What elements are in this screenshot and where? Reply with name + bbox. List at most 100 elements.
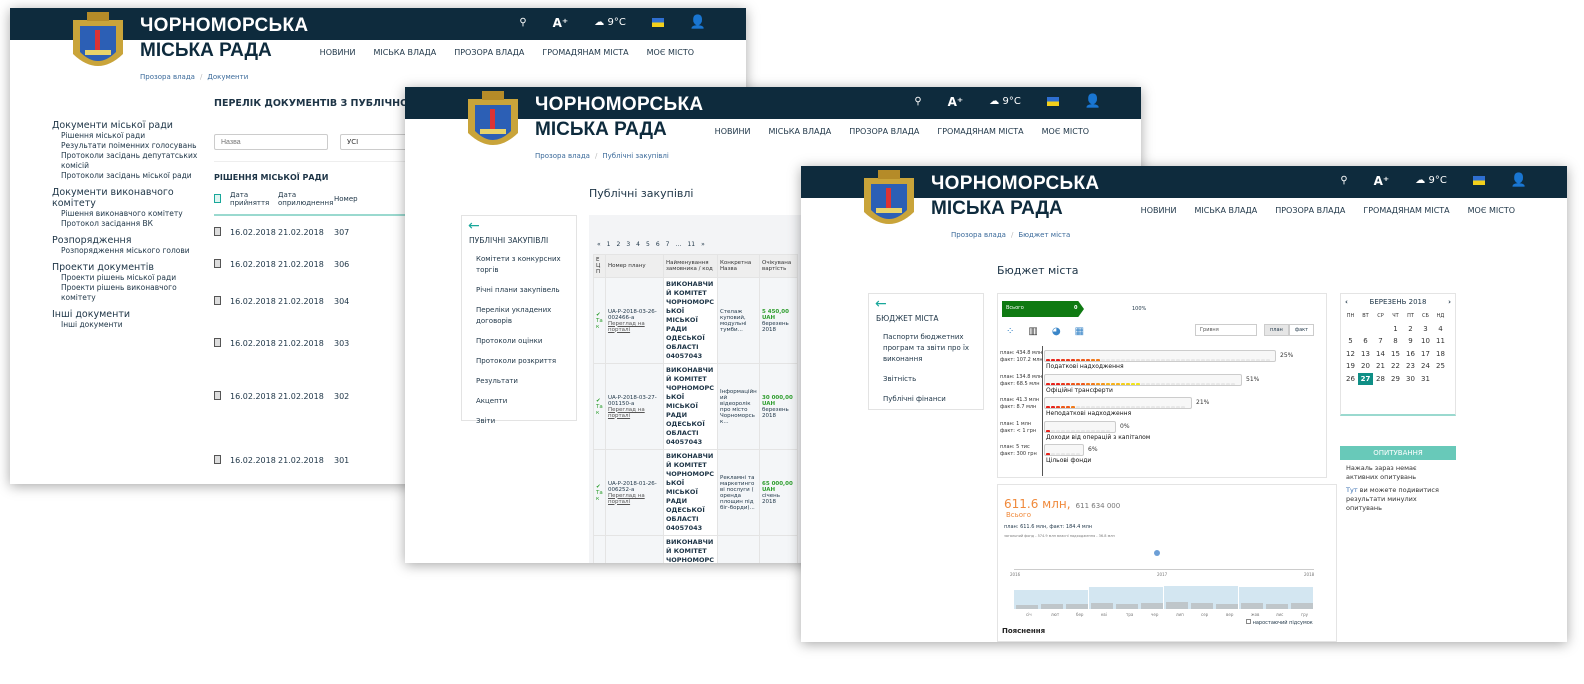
category-progress-bar[interactable] <box>1044 373 1242 386</box>
currency-select[interactable]: Гривня <box>1195 324 1257 336</box>
sidebar-item[interactable]: Звітність <box>869 374 983 385</box>
sidebar-group-title[interactable]: Документи міської ради <box>52 120 212 131</box>
column-header-expected-cost[interactable]: Очікувана вартість <box>759 254 798 278</box>
breadcrumb-current[interactable]: Бюджет міста <box>1018 231 1070 239</box>
portal-link[interactable]: Переглад на порталі <box>608 407 661 419</box>
pagination-link[interactable]: 5 <box>646 241 650 248</box>
calendar-day[interactable]: 7 <box>1373 335 1388 348</box>
pagination-link[interactable]: 11 <box>687 241 695 248</box>
table-cell[interactable]: 307 <box>334 228 349 237</box>
sidebar-item[interactable]: Рішення міської ради <box>52 131 212 141</box>
site-title-line2[interactable]: МІСЬКА РАДА <box>535 119 667 141</box>
column-header-plan-number[interactable]: Номер плану <box>605 254 664 278</box>
calendar-day[interactable]: 3 <box>1418 323 1433 336</box>
table-cell[interactable]: 301 <box>334 456 349 465</box>
calendar-day[interactable]: 16 <box>1403 348 1418 361</box>
back-arrow-icon[interactable]: ← <box>462 216 576 236</box>
column-header-item-name[interactable]: Конкретна Назва <box>717 254 760 278</box>
pagination-link[interactable]: 4 <box>636 241 640 248</box>
font-size-icon[interactable]: A⁺ <box>553 16 569 30</box>
category-name[interactable]: Неподаткові надходження <box>1046 410 1131 417</box>
nav-transparent-government[interactable]: ПРОЗОРА ВЛАДА <box>849 127 919 136</box>
portal-link[interactable]: Переглад на порталі <box>608 493 661 505</box>
breadcrumb-link[interactable]: Прозора влада <box>951 231 1006 239</box>
nav-transparent-government[interactable]: ПРОЗОРА ВЛАДА <box>454 48 524 57</box>
calendar-day[interactable]: 27 <box>1358 372 1373 385</box>
ukraine-flag-icon[interactable] <box>1472 176 1485 185</box>
total-badge[interactable]: Всього 0 <box>1002 301 1084 317</box>
sidebar-item[interactable]: Розпорядження міського голови <box>52 246 212 256</box>
city-coat-of-arms-logo[interactable] <box>460 89 526 157</box>
timeline-handle[interactable] <box>1154 550 1160 556</box>
calendar-day[interactable]: 9 <box>1403 335 1418 348</box>
calendar-day[interactable]: 25 <box>1433 360 1448 373</box>
nav-transparent-government[interactable]: ПРОЗОРА ВЛАДА <box>1275 206 1345 215</box>
ukraine-flag-icon[interactable] <box>651 18 664 27</box>
search-icon[interactable]: ⚲ <box>914 96 921 107</box>
calendar-day[interactable]: 18 <box>1433 348 1448 361</box>
site-title-line2[interactable]: МІСЬКА РАДА <box>140 40 272 62</box>
table-cell[interactable]: 303 <box>334 339 349 348</box>
calendar-day[interactable]: 19 <box>1343 360 1358 373</box>
pagination-link[interactable]: 7 <box>666 241 670 248</box>
nav-for-citizens[interactable]: ГРОМАДЯНАМ МІСТА <box>1363 206 1449 215</box>
calendar-day[interactable]: 2 <box>1403 323 1418 336</box>
search-icon[interactable]: ⚲ <box>1340 175 1347 186</box>
sidebar-item[interactable]: Інші документи <box>52 320 212 330</box>
category-progress-bar[interactable] <box>1044 444 1084 456</box>
nav-city-government[interactable]: МІСЬКА ВЛАДА <box>768 127 831 136</box>
column-header-published[interactable]: Дата оприлюднення <box>278 191 333 207</box>
calendar-day[interactable]: 23 <box>1403 360 1418 373</box>
calendar-day[interactable]: 21 <box>1373 360 1388 373</box>
sidebar-item[interactable]: Акцепти <box>462 396 576 407</box>
nav-for-citizens[interactable]: ГРОМАДЯНАМ МІСТА <box>542 48 628 57</box>
sidebar-item[interactable]: Паспорти бюджетних програм та звіти про … <box>869 332 983 365</box>
calendar-day[interactable]: 22 <box>1388 360 1403 373</box>
sidebar-item[interactable]: Протоколи оцінки <box>462 336 576 347</box>
site-title-line1[interactable]: ЧОРНОМОРСЬКА <box>535 94 703 116</box>
pagination-link[interactable]: « <box>597 241 601 248</box>
font-size-icon[interactable]: A⁺ <box>1374 174 1390 188</box>
sidebar-item[interactable]: Комітети з конкурсних торгів <box>462 254 576 276</box>
sidebar-item[interactable]: Переліки укладених договорів <box>462 305 576 327</box>
sidebar-item[interactable]: Протоколи засідань депутатських комісій <box>52 151 212 171</box>
sidebar-item[interactable]: Протоколи засідань міської ради <box>52 171 212 181</box>
sidebar-item[interactable]: Рішення виконавчого комітету <box>52 209 212 219</box>
calendar-day[interactable]: 31 <box>1418 373 1433 386</box>
nav-city-government[interactable]: МІСЬКА ВЛАДА <box>373 48 436 57</box>
site-title-line2[interactable]: МІСЬКА РАДА <box>931 198 1063 220</box>
sidebar-item[interactable]: Протокол засідання ВК <box>52 219 212 229</box>
back-arrow-icon[interactable]: ← <box>869 294 983 314</box>
nav-news[interactable]: НОВИНИ <box>320 48 356 57</box>
calendar-day[interactable]: 6 <box>1358 335 1373 348</box>
document-download-icon[interactable] <box>214 338 221 347</box>
nav-my-city[interactable]: МОЄ МІСТО <box>1468 206 1515 215</box>
category-name[interactable]: Офіційні трансферти <box>1046 387 1113 394</box>
portal-link[interactable]: Переглад на порталі <box>608 321 661 333</box>
pagination-link[interactable]: 6 <box>656 241 660 248</box>
document-download-icon[interactable] <box>214 259 221 268</box>
city-coat-of-arms-logo[interactable] <box>65 10 131 78</box>
calendar-day[interactable]: 4 <box>1433 323 1448 336</box>
calendar-day[interactable]: 8 <box>1388 335 1403 348</box>
user-icon[interactable]: 👤 <box>1511 173 1527 188</box>
sidebar-item[interactable]: Звіти <box>462 416 576 427</box>
user-icon[interactable]: 👤 <box>690 15 706 30</box>
pie-chart-icon[interactable]: ◕ <box>1052 326 1061 337</box>
ukraine-flag-icon[interactable] <box>1046 97 1059 106</box>
calendar-day[interactable]: 26 <box>1343 373 1358 386</box>
calendar-next-icon[interactable]: › <box>1448 298 1451 306</box>
calendar-prev-icon[interactable]: ‹ <box>1345 298 1348 306</box>
calendar-day[interactable]: 11 <box>1433 335 1448 348</box>
category-name[interactable]: Податкові надходження <box>1046 363 1124 370</box>
pagination-link[interactable]: … <box>675 241 681 248</box>
column-header-adopted[interactable]: Дата прийняття <box>230 191 270 207</box>
site-title-line1[interactable]: ЧОРНОМОРСЬКА <box>140 15 308 37</box>
poll-history-link[interactable]: Тут <box>1346 486 1358 494</box>
category-name[interactable]: Цільові фонди <box>1046 457 1091 464</box>
city-coat-of-arms-logo[interactable] <box>856 168 922 236</box>
calendar-day[interactable]: 30 <box>1403 373 1418 386</box>
nav-city-government[interactable]: МІСЬКА ВЛАДА <box>1194 206 1257 215</box>
user-icon[interactable]: 👤 <box>1085 94 1101 109</box>
calendar-day[interactable]: 13 <box>1358 348 1373 361</box>
